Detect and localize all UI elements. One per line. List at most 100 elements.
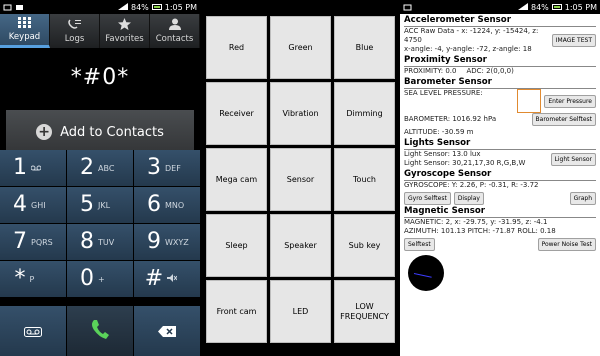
usb-icon xyxy=(3,4,12,11)
key-digit: 3 xyxy=(147,155,161,180)
tab-logs[interactable]: Logs xyxy=(50,14,100,48)
tab-logs-label: Logs xyxy=(64,33,85,44)
gyro-selftest-button[interactable]: Gyro Selftest xyxy=(404,192,451,205)
test-red-button[interactable]: Red xyxy=(206,16,267,79)
gyroscope-values: GYROSCOPE: Y: 2.26, P: -0.31, R: -3.72 xyxy=(404,181,539,189)
signal-icon xyxy=(117,2,128,12)
test-green-button[interactable]: Green xyxy=(270,16,331,79)
test-receiver-button[interactable]: Receiver xyxy=(206,82,267,145)
key-letters: + xyxy=(98,274,105,284)
key-4[interactable]: 4 GHI xyxy=(0,187,66,223)
lights-heading: Lights Sensor xyxy=(404,137,596,150)
key-5[interactable]: 5 JKL xyxy=(67,187,133,223)
voicemail-small-icon xyxy=(30,164,53,173)
accelerometer-raw: ACC Raw Data - x: -1224, y: -15424, z: 4… xyxy=(404,27,539,44)
key-letters: GHI xyxy=(31,200,46,210)
key-hash[interactable]: # xyxy=(134,261,200,297)
test-dimming-button[interactable]: Dimming xyxy=(334,82,395,145)
status-bar: 84% 1:05 PM xyxy=(400,0,600,14)
accelerometer-angles: x-angle: -4, y-angle: -72, z-angle: 18 xyxy=(404,45,532,53)
test-led-button[interactable]: LED xyxy=(270,280,331,343)
backspace-icon xyxy=(158,322,176,341)
key-star[interactable]: * P xyxy=(0,261,66,297)
battery-icon xyxy=(151,4,162,10)
battery-percent: 84% xyxy=(530,2,549,12)
test-sleep-button[interactable]: Sleep xyxy=(206,214,267,277)
dialed-number: *#0* xyxy=(0,48,200,106)
key-3[interactable]: 3 DEF xyxy=(134,150,200,186)
add-to-contacts-label: Add to Contacts xyxy=(60,124,164,140)
magnetic-values: MAGNETIC: 2, x: -29.75, y: -31.95, z: -4… xyxy=(404,218,548,226)
call-button[interactable] xyxy=(67,306,133,356)
sea-level-input[interactable] xyxy=(517,89,542,113)
key-9[interactable]: 9 WXYZ xyxy=(134,224,200,260)
barometer-value: BAROMETER: 1016.92 hPa xyxy=(404,115,497,123)
dialer-tabs: Keypad Logs Favorites Contacts xyxy=(0,14,200,48)
proximity-adc: ADC: 2(0,0,0) xyxy=(466,67,514,75)
logs-icon xyxy=(68,18,81,33)
sea-level-label: SEA LEVEL PRESSURE: xyxy=(404,89,483,97)
test-sensor-button[interactable]: Sensor xyxy=(270,148,331,211)
key-digit: 5 xyxy=(80,192,94,217)
image-test-button[interactable]: IMAGE TEST xyxy=(551,34,596,47)
test-vibration-button[interactable]: Vibration xyxy=(270,82,331,145)
star-icon xyxy=(118,18,131,33)
key-7[interactable]: 7 PQRS xyxy=(0,224,66,260)
accelerometer-heading: Accelerometer Sensor xyxy=(404,14,596,27)
barometer-selftest-button[interactable]: Barometer Selftest xyxy=(531,113,596,126)
sensor-test-screen: 84% 1:05 PM Accelerometer Sensor ACC Raw… xyxy=(400,0,600,356)
proximity-heading: Proximity Sensor xyxy=(404,54,596,67)
key-letters: TUV xyxy=(98,237,115,247)
keypad: 1 2 ABC 3 DEF 4 GHI 5 JKL 6 MNO 7 PQRS 8 TUV 9W… xyxy=(0,150,200,297)
signal-icon xyxy=(517,2,528,12)
test-front-cam-button[interactable]: Front cam xyxy=(206,280,267,343)
test-blue-button[interactable]: Blue xyxy=(334,16,395,79)
test-speaker-button[interactable]: Speaker xyxy=(270,214,331,277)
key-letters: MNO xyxy=(165,200,185,210)
magnetic-orientation: AZIMUTH: 101.13 PITCH: -71.87 ROLL: 0.18 xyxy=(404,227,556,235)
mute-small-icon xyxy=(167,274,189,284)
gyro-display-button[interactable]: Display xyxy=(453,192,484,205)
backspace-button[interactable] xyxy=(134,306,200,356)
tab-contacts-label: Contacts xyxy=(155,34,194,44)
key-letters: WXYZ xyxy=(165,237,189,247)
key-8[interactable]: 8 TUV xyxy=(67,224,133,260)
key-0[interactable]: 0 + xyxy=(67,261,133,297)
person-icon xyxy=(168,18,181,33)
key-digit: 2 xyxy=(80,155,94,180)
key-1[interactable]: 1 xyxy=(0,150,66,186)
magnetic-selftest-button[interactable]: Selftest xyxy=(404,238,435,251)
voicemail-button[interactable] xyxy=(0,306,66,356)
key-6[interactable]: 6 MNO xyxy=(134,187,200,223)
test-sub-key-button[interactable]: Sub key xyxy=(334,214,395,277)
notification-icon xyxy=(15,4,24,11)
battery-percent: 84% xyxy=(130,2,149,12)
tab-contacts[interactable]: Contacts xyxy=(150,14,200,48)
light-sensor-button[interactable]: Light Sensor xyxy=(550,152,596,166)
key-2[interactable]: 2 ABC xyxy=(67,150,133,186)
key-digit: 4 xyxy=(13,192,27,217)
test-touch-button[interactable]: Touch xyxy=(334,148,395,211)
add-to-contacts-button[interactable]: + Add to Contacts xyxy=(6,110,194,154)
test-mega-cam-button[interactable]: Mega cam xyxy=(206,148,267,211)
dialer-screen: 84% 1:05 PM Keypad Logs Favorites Contac… xyxy=(0,0,200,356)
key-digit: 1 xyxy=(13,155,27,180)
light-lux: Light Sensor: 13.0 lux xyxy=(404,150,481,158)
key-digit: # xyxy=(144,266,164,291)
key-digit: * xyxy=(14,266,26,291)
clock: 1:05 PM xyxy=(164,2,197,12)
test-menu-screen: Red Green Blue Receiver Vibration Dimmin… xyxy=(200,0,400,356)
barometer-heading: Barometer Sensor xyxy=(404,76,596,89)
status-bar: 84% 1:05 PM xyxy=(0,0,200,14)
gyro-graph-button[interactable]: Graph xyxy=(569,192,596,205)
tab-keypad[interactable]: Keypad xyxy=(0,14,50,48)
gyroscope-heading: Gyroscope Sensor xyxy=(404,168,596,181)
power-noise-test-button[interactable]: Power Noise Test xyxy=(537,238,596,251)
key-letters: PQRS xyxy=(31,237,53,247)
voicemail-icon xyxy=(24,322,42,341)
tab-favorites[interactable]: Favorites xyxy=(100,14,150,48)
enter-pressure-button[interactable]: Enter Pressure xyxy=(544,94,596,108)
key-digit: 7 xyxy=(13,229,27,254)
test-low-frequency-button[interactable]: LOW FREQUENCY xyxy=(334,280,395,343)
magnetic-heading: Magnetic Sensor xyxy=(404,205,596,218)
